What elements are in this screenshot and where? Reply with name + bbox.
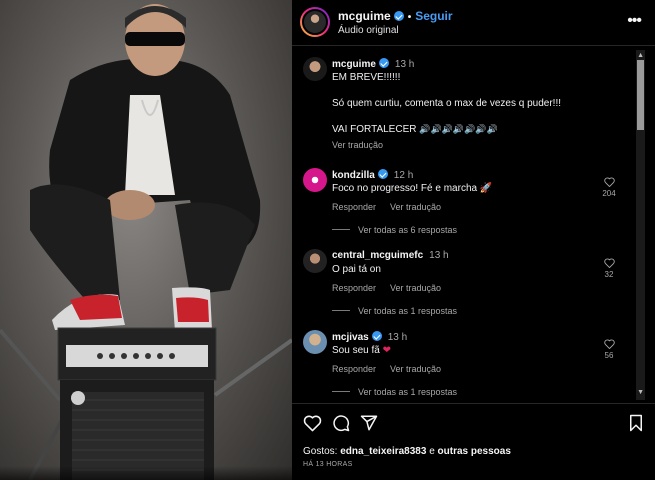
- comment-time: 12 h: [393, 170, 414, 181]
- caption-username[interactable]: mcguime: [332, 59, 376, 70]
- likes-user-link[interactable]: edna_teixeira8383: [340, 446, 426, 457]
- comment-like[interactable]: 56: [599, 339, 619, 360]
- like-count: 32: [604, 270, 614, 279]
- caption-line-3: VAI FORTALECER 🔊🔊🔊🔊🔊🔊🔊: [332, 123, 498, 136]
- post-photo: [0, 4, 292, 480]
- heart-icon[interactable]: [603, 177, 615, 187]
- translate-link[interactable]: Ver tradução: [390, 202, 441, 212]
- comment-avatar[interactable]: [303, 249, 327, 273]
- likes-and: e: [429, 446, 435, 457]
- reply-button[interactable]: Responder: [332, 283, 376, 293]
- comment-author: mcjivas 13 h: [332, 331, 407, 343]
- audio-link[interactable]: Áudio original: [338, 25, 399, 36]
- caption-time: 13 h: [394, 59, 415, 70]
- post-media[interactable]: [0, 0, 292, 480]
- comment-time: 13 h: [387, 332, 408, 343]
- reply-button[interactable]: Responder: [332, 364, 376, 374]
- share-icon[interactable]: [360, 414, 378, 432]
- verified-icon: [371, 331, 382, 341]
- post-header: mcguime • Seguir Áudio original •••: [292, 0, 655, 46]
- comment-author: kondzilla 12 h: [332, 169, 413, 181]
- comment-text: Sou seu fã ❤: [332, 344, 391, 357]
- comment-username[interactable]: mcjivas: [332, 332, 369, 343]
- scrollbar-thumb[interactable]: [637, 60, 644, 130]
- like-count: 204: [602, 189, 616, 198]
- bookmark-icon[interactable]: [628, 414, 644, 432]
- author-avatar[interactable]: [300, 7, 330, 37]
- translate-link[interactable]: Ver tradução: [390, 364, 441, 374]
- reply-button[interactable]: Responder: [332, 202, 376, 212]
- comment-text: O pai tá on: [332, 264, 381, 275]
- separator-dot: •: [407, 12, 412, 23]
- comment-text-content: Foco no progresso! Fé e marcha: [332, 183, 478, 194]
- scroll-up-icon[interactable]: ▲: [637, 52, 644, 59]
- post-timestamp[interactable]: HÁ 13 HORAS: [303, 461, 353, 468]
- likes-summary: Gostos: edna_teixeira8383 e outras pesso…: [303, 446, 511, 457]
- view-replies-link[interactable]: Ver todas as 1 respostas: [332, 387, 457, 397]
- comment-username[interactable]: central_mcguimefc: [332, 250, 423, 261]
- scroll-down-icon[interactable]: ▼: [637, 389, 644, 396]
- comment-text: Foco no progresso! Fé e marcha 🚀: [332, 182, 492, 195]
- heart-icon[interactable]: [303, 414, 322, 432]
- verified-icon: [378, 58, 389, 68]
- caption-translate-link[interactable]: Ver tradução: [332, 140, 383, 150]
- post-actions-bar: Gostos: edna_teixeira8383 e outras pesso…: [292, 403, 655, 480]
- comment-like[interactable]: 204: [599, 177, 619, 198]
- comments-list[interactable]: mcguime 13 h EM BREVE!!!!!! Só quem curti…: [292, 47, 655, 403]
- comment-avatar[interactable]: [303, 168, 327, 192]
- author-username[interactable]: mcguime: [338, 9, 391, 23]
- like-count: 56: [604, 351, 614, 360]
- comment-text-content: Sou seu fã: [332, 345, 380, 356]
- speaker-emojis: 🔊🔊🔊🔊🔊🔊🔊: [419, 124, 498, 134]
- more-options-icon[interactable]: •••: [627, 12, 642, 30]
- likes-others-link[interactable]: outras pessoas: [438, 446, 511, 457]
- caption-line-3-text: VAI FORTALECER: [332, 124, 417, 135]
- comment-avatar[interactable]: [303, 330, 327, 354]
- rocket-emoji: 🚀: [479, 183, 493, 194]
- comment-author: central_mcguimefc 13 h: [332, 250, 449, 261]
- translate-link[interactable]: Ver tradução: [390, 283, 441, 293]
- red-heart-emoji: ❤: [382, 345, 391, 356]
- caption-avatar[interactable]: [303, 57, 327, 81]
- heart-icon[interactable]: [603, 258, 615, 268]
- comment-username[interactable]: kondzilla: [332, 170, 375, 181]
- verified-icon: [377, 169, 388, 179]
- caption-line-1: EM BREVE!!!!!!: [332, 72, 401, 83]
- follow-button[interactable]: Seguir: [415, 9, 452, 23]
- likes-prefix: Gostos:: [303, 446, 338, 457]
- view-replies-link[interactable]: Ver todas as 6 respostas: [332, 225, 457, 235]
- post-side-panel: mcguime • Seguir Áudio original ••• mcguim…: [292, 0, 655, 480]
- verified-icon: [393, 11, 404, 21]
- author-line: mcguime • Seguir: [338, 9, 453, 23]
- comment-like[interactable]: 32: [599, 258, 619, 279]
- caption-line-2: Só quem curtiu, comenta o max de vezes q…: [332, 98, 562, 109]
- caption-author: mcguime 13 h: [332, 58, 414, 70]
- video-caption-overlay: [0, 466, 292, 480]
- comment-time: 13 h: [429, 250, 449, 261]
- heart-icon[interactable]: [603, 339, 615, 349]
- comment-icon[interactable]: [332, 414, 350, 432]
- view-replies-link[interactable]: Ver todas as 1 respostas: [332, 306, 457, 316]
